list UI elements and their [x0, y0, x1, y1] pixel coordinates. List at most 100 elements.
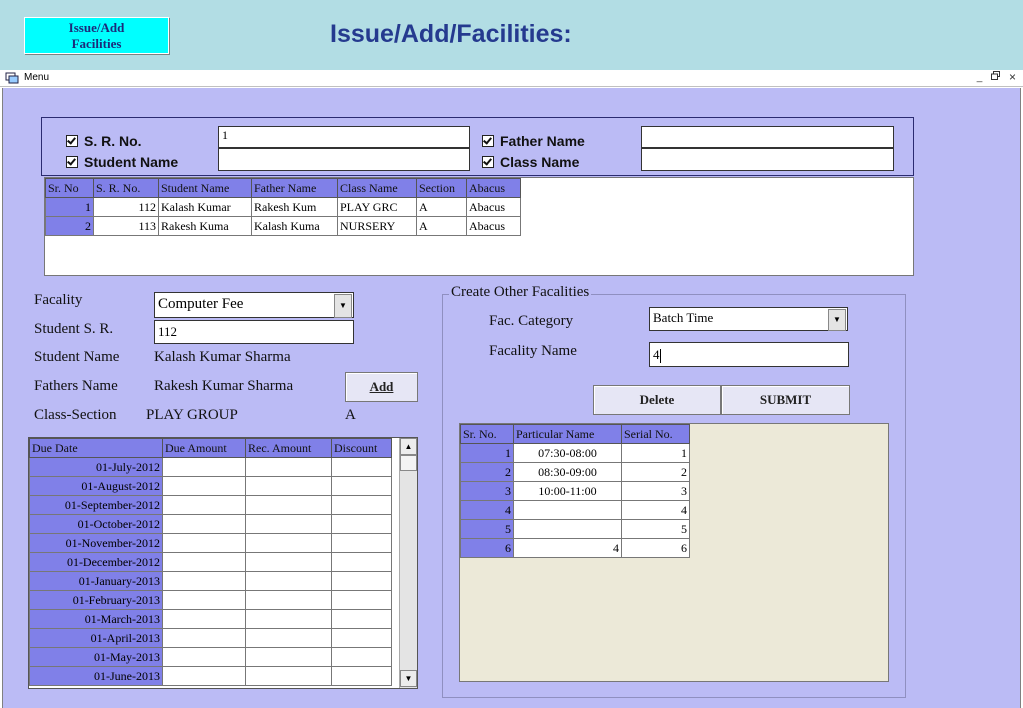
table-row[interactable]: 3 10:00-11:00 3	[460, 481, 690, 501]
student-name-checkbox[interactable]: Student Name	[66, 154, 178, 170]
amount-cell[interactable]	[245, 590, 332, 610]
amount-cell[interactable]	[162, 666, 246, 686]
sr-no-checkbox[interactable]: S. R. No.	[66, 133, 142, 149]
table-row[interactable]: 01-April-2013	[29, 628, 392, 648]
amount-cell[interactable]	[245, 666, 332, 686]
amount-cell[interactable]	[331, 590, 392, 610]
checkbox-checked-icon[interactable]	[66, 156, 78, 169]
amount-cell[interactable]	[245, 476, 332, 496]
table-row[interactable]: 01-November-2012	[29, 533, 392, 553]
column-header[interactable]: Particular Name	[513, 424, 622, 444]
amount-cell[interactable]	[162, 571, 246, 591]
fac-category-select[interactable]: Batch Time ▼	[649, 307, 848, 331]
column-header[interactable]: Father Name	[251, 178, 338, 198]
amount-cell[interactable]	[331, 457, 392, 477]
facality-name-input[interactable]: 4	[649, 342, 849, 367]
amount-cell[interactable]	[331, 647, 392, 667]
table-row[interactable]: 2 113 Rakesh Kuma Kalash Kuma NURSERY A Abacus	[45, 216, 521, 236]
delete-button[interactable]: Delete	[593, 385, 721, 415]
sr-no-input[interactable]: 1	[218, 126, 470, 148]
amount-cell[interactable]	[245, 495, 332, 515]
chevron-down-icon[interactable]: ▼	[334, 294, 352, 318]
father-name-input[interactable]	[641, 126, 894, 148]
amount-cell[interactable]	[162, 476, 246, 496]
class-name-checkbox[interactable]: Class Name	[482, 154, 579, 170]
amount-cell[interactable]	[162, 552, 246, 572]
column-header[interactable]: Due Amount	[162, 438, 246, 458]
column-header[interactable]: Class Name	[337, 178, 417, 198]
table-row[interactable]: 01-June-2013	[29, 666, 392, 686]
column-header[interactable]: Serial No.	[621, 424, 690, 444]
menu-window-icon[interactable]	[5, 72, 19, 87]
table-row[interactable]: 01-March-2013	[29, 609, 392, 629]
amount-cell[interactable]	[331, 571, 392, 591]
amount-cell[interactable]	[162, 628, 246, 648]
students-grid[interactable]: Sr. No S. R. No. Student Name Father Name Cl…	[44, 177, 914, 276]
column-header[interactable]: Sr. No.	[460, 424, 514, 444]
student-sr-input[interactable]: 112	[154, 320, 354, 344]
column-header[interactable]: Student Name	[158, 178, 252, 198]
due-grid-scrollbar[interactable]: ▲ ▼	[399, 438, 417, 688]
father-name-checkbox[interactable]: Father Name	[482, 133, 585, 149]
column-header[interactable]: Discount	[331, 438, 392, 458]
table-row[interactable]: 55	[460, 519, 690, 539]
table-row[interactable]: 44	[460, 500, 690, 520]
amount-cell[interactable]	[331, 628, 392, 648]
amount-cell[interactable]	[245, 457, 332, 477]
issue-add-facilities-tab[interactable]: Issue/Add Facilities	[24, 17, 169, 54]
add-button[interactable]: Add	[345, 372, 418, 402]
column-header[interactable]: Due Date	[29, 438, 163, 458]
amount-cell[interactable]	[245, 533, 332, 553]
chevron-down-icon[interactable]: ▼	[828, 309, 846, 331]
menu-label[interactable]: Menu	[24, 72, 49, 83]
amount-cell[interactable]	[162, 533, 246, 553]
table-row[interactable]: 2 08:30-09:00 2	[460, 462, 690, 482]
table-row[interactable]: 01-December-2012	[29, 552, 392, 572]
checkbox-checked-icon[interactable]	[66, 135, 78, 148]
amount-cell[interactable]	[245, 571, 332, 591]
minimize-icon[interactable]: _	[973, 71, 986, 84]
amount-cell[interactable]	[245, 514, 332, 534]
table-row[interactable]: 01-October-2012	[29, 514, 392, 534]
amount-cell[interactable]	[331, 514, 392, 534]
table-row[interactable]: 01-May-2013	[29, 647, 392, 667]
amount-cell[interactable]	[162, 457, 246, 477]
table-row[interactable]: 01-February-2013	[29, 590, 392, 610]
amount-cell[interactable]	[245, 609, 332, 629]
due-dates-grid[interactable]: Due Date Due Amount Rec. Amount Discount 01…	[28, 437, 418, 689]
class-name-input[interactable]	[641, 148, 894, 171]
restore-icon[interactable]	[989, 71, 1002, 84]
amount-cell[interactable]	[245, 552, 332, 572]
table-row[interactable]: 1 112 Kalash Kumar Rakesh Kum PLAY GRC A Abacu…	[45, 197, 521, 217]
table-row[interactable]: 646	[460, 538, 690, 558]
amount-cell[interactable]	[331, 666, 392, 686]
column-header[interactable]: S. R. No.	[93, 178, 159, 198]
amount-cell[interactable]	[162, 514, 246, 534]
amount-cell[interactable]	[245, 647, 332, 667]
table-row[interactable]: 01-August-2012	[29, 476, 392, 496]
facilities-grid[interactable]: Sr. No. Particular Name Serial No. 1 07:30-…	[459, 423, 889, 682]
scroll-down-icon[interactable]: ▼	[400, 670, 417, 687]
table-row[interactable]: 01-September-2012	[29, 495, 392, 515]
checkbox-checked-icon[interactable]	[482, 135, 494, 148]
close-icon[interactable]: ×	[1006, 71, 1019, 84]
table-row[interactable]: 1 07:30-08:00 1	[460, 443, 690, 463]
scroll-up-icon[interactable]: ▲	[400, 438, 417, 455]
facality-select[interactable]: Computer Fee ▼	[154, 292, 354, 318]
amount-cell[interactable]	[331, 533, 392, 553]
amount-cell[interactable]	[162, 647, 246, 667]
column-header[interactable]: Rec. Amount	[245, 438, 332, 458]
amount-cell[interactable]	[162, 609, 246, 629]
amount-cell[interactable]	[331, 609, 392, 629]
checkbox-checked-icon[interactable]	[482, 156, 494, 169]
column-header[interactable]: Abacus	[466, 178, 521, 198]
amount-cell[interactable]	[331, 476, 392, 496]
amount-cell[interactable]	[162, 495, 246, 515]
amount-cell[interactable]	[331, 552, 392, 572]
column-header[interactable]: Sr. No	[45, 178, 94, 198]
table-row[interactable]: 01-January-2013	[29, 571, 392, 591]
amount-cell[interactable]	[331, 495, 392, 515]
submit-button[interactable]: SUBMIT	[721, 385, 850, 415]
scroll-thumb[interactable]	[400, 455, 417, 471]
amount-cell[interactable]	[245, 628, 332, 648]
